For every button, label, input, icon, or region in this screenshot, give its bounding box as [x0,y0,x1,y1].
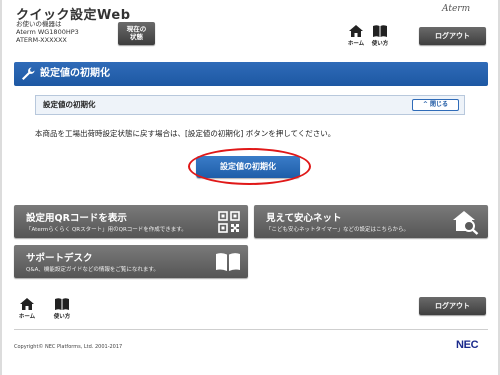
page: クイック設定Web お使いの機器は Aterm WG1800HP3 ATERM-… [2,0,498,375]
current-status-button[interactable]: 現在の 状態 [118,22,155,45]
status-button-label-1: 現在の [126,25,147,33]
collapse-label: 閉じる [430,101,449,108]
factory-reset-button[interactable]: 設定値の初期化 [196,156,300,178]
device-info-line: お使いの機器は [16,20,62,28]
reset-description: 本商品を工場出荷時設定状態に戻す場合は、[設定値の初期化] ボタンを押してくださ… [35,129,336,138]
home-icon [349,25,363,37]
device-info: お使いの機器は Aterm WG1800HP3 ATERM-XXXXXX [16,20,79,44]
home-label: ホーム [347,41,365,47]
footer-logout-button[interactable]: ログアウト [419,297,486,315]
manual-button[interactable]: 使い方 [369,24,391,47]
section-title: 設定値の初期化 [40,68,110,79]
home-button[interactable]: ホーム [345,24,367,47]
book-icon [55,298,69,310]
security-card-subtitle: 「こども安心ネットタイマー」などの設定はこちらから。 [266,227,410,233]
reset-panel-header: 設定値の初期化 ^ 閉じる [35,95,465,115]
home-icon [20,298,34,310]
support-card-subtitle: Q&A、機能設定ガイドなどの情報をご覧になれます。 [26,267,159,273]
collapse-button[interactable]: ^ 閉じる [412,99,459,111]
manual-label: 使い方 [371,41,389,47]
support-card-title: サポートデスク [26,253,93,264]
device-name: ATERM-XXXXXX [16,36,67,44]
house-search-icon [453,211,479,235]
qr-card-title: 設定用QRコードを表示 [26,213,127,224]
copyright-text: Copyright© NEC Platforms, Ltd. 2001-2017 [14,344,123,350]
aterm-logo: Aterm [442,4,471,14]
device-model: Aterm WG1800HP3 [16,28,79,36]
panel-title: 設定値の初期化 [43,100,96,109]
footer-home-label: ホーム [18,314,36,320]
qr-code-card[interactable]: 設定用QRコードを表示 「Atermらくらく QRスタート」用のQRコードを作成… [14,205,248,238]
section-title-bar: 設定値の初期化 [14,62,488,86]
footer-manual-button[interactable]: 使い方 [51,297,73,320]
book-icon [373,25,387,37]
support-desk-card[interactable]: サポートデスク Q&A、機能設定ガイドなどの情報をご覧になれます。 [14,245,248,278]
status-button-label-2: 状態 [130,33,143,41]
wrench-icon [22,67,35,80]
footer-manual-label: 使い方 [53,314,71,320]
chevron-up-icon: ^ [422,101,428,108]
footer-divider [14,329,488,330]
qr-card-subtitle: 「Atermらくらく QRスタート」用のQRコードを作成できます。 [26,227,187,233]
open-book-icon [216,253,240,271]
security-net-card[interactable]: 見えて安心ネット 「こども安心ネットタイマー」などの設定はこちらから。 [254,205,488,238]
qr-code-icon [218,211,240,233]
nec-logo: NEC [456,339,479,351]
footer-home-button[interactable]: ホーム [16,297,38,320]
security-card-title: 見えて安心ネット [266,213,342,224]
logout-button[interactable]: ログアウト [419,27,486,45]
